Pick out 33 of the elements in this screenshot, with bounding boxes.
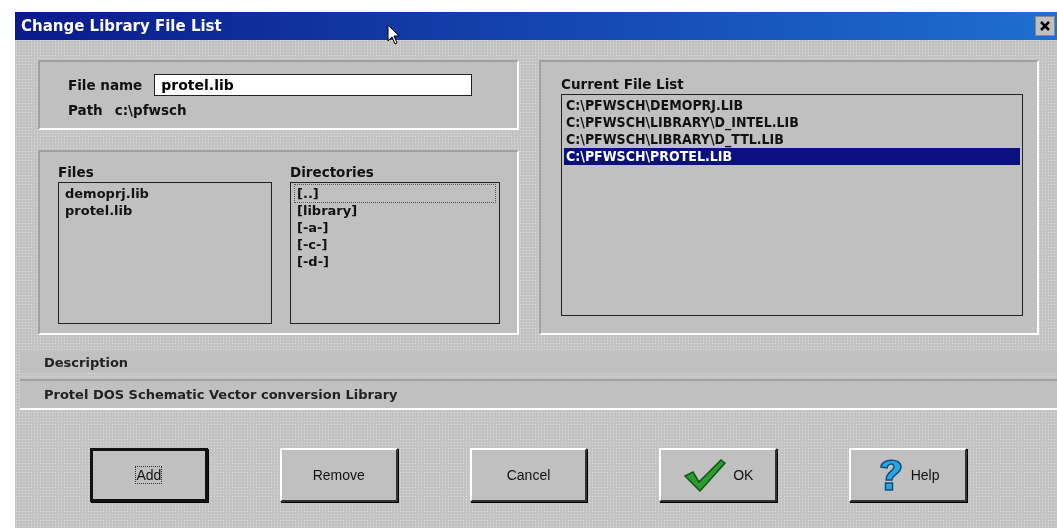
- file-path-item[interactable]: C:\PFWSCH\DEMOPRJ.LIB: [564, 97, 1020, 114]
- directories-label: Directories: [290, 164, 375, 180]
- close-button[interactable]: [1035, 16, 1055, 36]
- file-name-field[interactable]: protel.lib: [154, 74, 473, 96]
- path-label: Path: [68, 102, 103, 118]
- checkmark-icon: [683, 458, 728, 492]
- close-icon: [1039, 20, 1051, 32]
- file-path-item[interactable]: C:\PFWSCH\LIBRARY\D_INTEL.LIB: [564, 114, 1020, 131]
- directory-item[interactable]: [..]: [295, 185, 495, 202]
- current-file-list-label: Current File List: [561, 76, 685, 92]
- mouse-pointer-icon: [387, 24, 401, 46]
- directory-item[interactable]: [library]: [295, 202, 495, 219]
- file-name-label: File name: [68, 77, 143, 93]
- directory-item[interactable]: [-c-]: [295, 236, 495, 253]
- dialog-button[interactable]: Add: [90, 448, 208, 502]
- file-item[interactable]: demoprj.lib: [63, 185, 267, 202]
- path-value: c:\pfwsch: [114, 102, 187, 118]
- directories-list[interactable]: [..] [library] [-a-] [-c-] [-d-]: [290, 182, 500, 324]
- description-label: Description: [20, 352, 1057, 373]
- files-label: Files: [58, 164, 95, 180]
- window-title: Change Library File List: [21, 17, 222, 35]
- file-path-item[interactable]: C:\PFWSCH\LIBRARY\D_TTL.LIB: [564, 131, 1020, 148]
- description-text: Protel DOS Schematic Vector conversion Library: [20, 379, 1057, 410]
- ok-button[interactable]: OK: [659, 448, 778, 502]
- directory-item[interactable]: [-a-]: [295, 219, 495, 236]
- files-list[interactable]: demoprj.lib protel.lib: [58, 182, 272, 324]
- file-path-item[interactable]: C:\PFWSCH\PROTEL.LIB: [564, 148, 1020, 165]
- file-item[interactable]: protel.lib: [63, 202, 267, 219]
- current-file-list[interactable]: C:\PFWSCH\DEMOPRJ.LIB C:\PFWSCH\LIBRARY\D_INTEL.LIB C:\PFWSCH\LIBRARY\D_TTL.LIB C:\PFWSCH\PROTEL.LIB: [561, 94, 1023, 316]
- directory-item[interactable]: [-d-]: [295, 253, 495, 270]
- help-button[interactable]: Help: [849, 448, 967, 502]
- dialog-button[interactable]: Cancel: [469, 448, 588, 502]
- dialog-button[interactable]: Remove: [279, 448, 398, 502]
